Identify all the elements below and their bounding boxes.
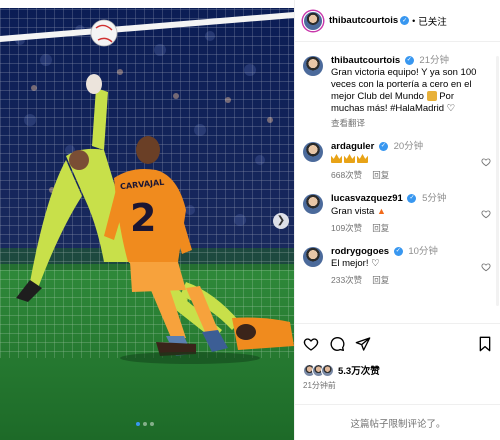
- follow-status-button[interactable]: 已关注: [418, 14, 447, 28]
- author-avatar[interactable]: [303, 10, 323, 31]
- likes-summary[interactable]: 5.3万次赞: [303, 363, 493, 377]
- caption: thibautcourtois ✓ 21分钟 Gran victoria equ…: [295, 55, 500, 129]
- like-count[interactable]: 5.3万次赞: [338, 363, 380, 377]
- author-username[interactable]: thibautcourtois: [329, 15, 398, 26]
- comment-username[interactable]: lucasvazquez91: [331, 193, 403, 204]
- comment-text: El mejor! ♡: [331, 258, 479, 270]
- comment-text-content: Gran vista: [331, 206, 375, 217]
- heart-icon[interactable]: [303, 336, 319, 352]
- comment-item: ardaguler ✓ 20分钟 668次赞 回复: [295, 141, 500, 181]
- comment-time: 10分钟: [408, 246, 438, 257]
- author-avatar[interactable]: [303, 56, 323, 76]
- fire-emoji-icon: ▲: [376, 206, 386, 216]
- verified-icon: ✓: [378, 141, 388, 151]
- verified-icon: ✓: [400, 16, 410, 25]
- comment-text: [331, 153, 479, 165]
- heart-outline-icon: ♡: [446, 103, 456, 114]
- carousel-dot: [136, 422, 140, 426]
- post-header: thibautcourtois ✓ • 已关注: [295, 0, 500, 42]
- heart-icon[interactable]: [481, 157, 491, 167]
- heart-icon[interactable]: [481, 262, 491, 272]
- send-icon[interactable]: [355, 336, 371, 352]
- verified-icon: ✓: [393, 246, 403, 256]
- post-photo[interactable]: CARVAJAL 2 ❯: [0, 0, 294, 440]
- see-translation-link[interactable]: 查看翻译: [331, 117, 365, 129]
- comment-item: lucasvazquez91 ✓ 5分钟 Gran vista ▲ 109次赞 …: [295, 193, 500, 234]
- carousel-dot: [143, 422, 147, 426]
- caption-username[interactable]: thibautcourtois: [331, 55, 400, 66]
- bookmark-icon[interactable]: [477, 336, 493, 352]
- comment-text-content: El mejor!: [331, 258, 369, 269]
- caption-time: 21分钟: [419, 55, 449, 66]
- comment-item: rodrygogoes ✓ 10分钟 El mejor! ♡ 233次赞 回复: [295, 246, 500, 286]
- comment-time: 5分钟: [422, 193, 447, 204]
- emoji-icon: [426, 91, 437, 102]
- commenter-avatar[interactable]: [303, 142, 323, 162]
- comment-icon[interactable]: [329, 336, 345, 352]
- post-timestamp[interactable]: 21分钟前: [303, 380, 493, 391]
- caption-text-part-1: Gran victoria equipo! Y ya son 100 veces…: [331, 67, 477, 102]
- separator-dot: •: [412, 15, 416, 26]
- crown-emoji-icon: [331, 153, 342, 163]
- chevron-right-icon: ❯: [276, 215, 286, 226]
- crown-emoji-icon: [357, 153, 368, 163]
- next-photo-button[interactable]: ❯: [273, 213, 289, 229]
- comment-likes[interactable]: 668次赞: [331, 169, 362, 181]
- instagram-post-view: CARVAJAL 2 ❯ thibautcourtois ✓ • 已关注 thi…: [0, 0, 500, 440]
- reply-button[interactable]: 回复: [372, 169, 389, 181]
- crown-emoji-icon: [344, 153, 355, 163]
- caption-text: Gran victoria equipo! Y ya son 100 veces…: [331, 67, 479, 115]
- comment-username[interactable]: ardaguler: [331, 141, 374, 152]
- reply-button[interactable]: 回复: [372, 274, 389, 286]
- comments-list: thibautcourtois ✓ 21分钟 Gran victoria equ…: [295, 43, 500, 323]
- comment-likes[interactable]: 233次赞: [331, 274, 362, 286]
- verified-icon: ✓: [407, 193, 417, 203]
- post-actions: 5.3万次赞 21分钟前: [295, 323, 500, 391]
- comments-disabled-notice: 这篇帖子限制评论了。: [295, 404, 500, 440]
- heart-icon[interactable]: [481, 209, 491, 219]
- heart-outline-icon: ♡: [371, 258, 380, 269]
- carousel-indicator: [136, 422, 154, 426]
- comment-time: 20分钟: [393, 141, 424, 152]
- comments-scrollbar[interactable]: [496, 56, 499, 306]
- post-side-panel: thibautcourtois ✓ • 已关注 thibautcourtois …: [294, 0, 500, 440]
- commenter-avatar[interactable]: [303, 194, 323, 214]
- comment-username[interactable]: rodrygogoes: [331, 246, 389, 257]
- commenter-avatar[interactable]: [303, 247, 323, 267]
- liker-avatar: [321, 363, 334, 377]
- carousel-dot: [150, 422, 154, 426]
- like-count-value: 5.3万次赞: [338, 366, 380, 377]
- jersey-number: 2: [130, 196, 157, 240]
- reply-button[interactable]: 回复: [372, 222, 389, 234]
- comment-text: Gran vista ▲: [331, 205, 479, 218]
- verified-icon: ✓: [404, 55, 414, 65]
- comment-likes[interactable]: 109次赞: [331, 222, 362, 234]
